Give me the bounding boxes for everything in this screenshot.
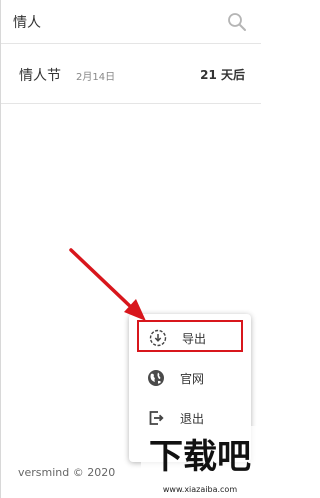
globe-icon [148, 370, 164, 386]
event-date: 2月14日 [76, 72, 116, 83]
footer-copyright: versmind © 2020 [18, 466, 116, 479]
svg-text:www.xiazaiba.com: www.xiazaiba.com [163, 485, 237, 494]
export-icon [149, 329, 167, 347]
menu-item-label: 官网 [180, 372, 205, 386]
app-window: 情人节 2月14日 21 天后 versmind © 2020 导出 官网 [0, 0, 261, 498]
menu-item-website[interactable]: 官网 [137, 362, 243, 394]
search-bar [1, 0, 261, 44]
menu-item-export[interactable]: 导出 [137, 320, 243, 352]
watermark-logo: 下载吧 www.xiazaiba.com [141, 426, 259, 498]
search-icon[interactable] [227, 12, 247, 32]
menu-item-label: 导出 [182, 332, 207, 346]
logout-icon [149, 411, 164, 425]
event-countdown: 21 天后 [200, 68, 245, 82]
menu-item-label: 退出 [180, 412, 205, 426]
event-name: 情人节 [19, 68, 61, 84]
event-list-item[interactable]: 情人节 2月14日 21 天后 [1, 44, 261, 104]
search-input[interactable] [13, 9, 213, 35]
svg-text:下载吧: 下载吧 [149, 437, 251, 477]
